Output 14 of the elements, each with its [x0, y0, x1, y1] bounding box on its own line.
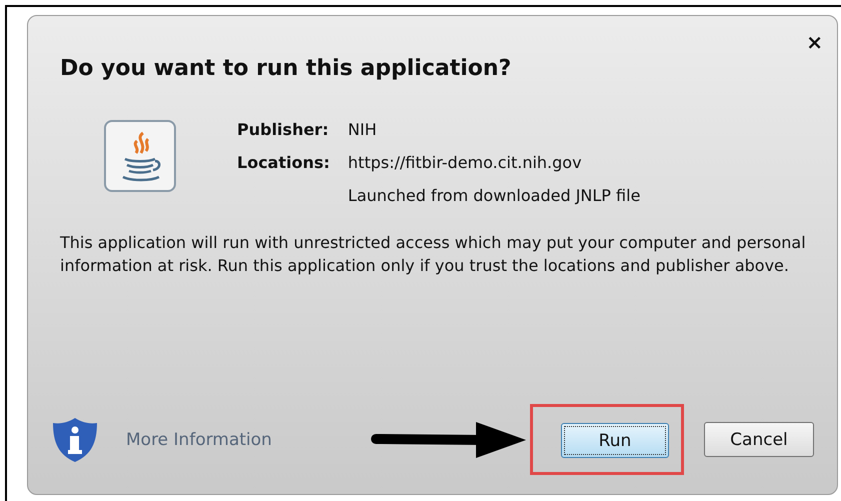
arrow-icon — [370, 420, 528, 460]
dialog-title: Do you want to run this application? — [60, 56, 512, 81]
dialog-button[interactable]: Cancel — [704, 422, 814, 457]
warning-message: This application will run with unrestricted access which may put your computer and personal information at risk. Run this application only if you trust the locations and publisher above. — [60, 232, 807, 277]
field-label: Publisher: — [237, 120, 330, 139]
more-information-link[interactable]: More Information — [126, 430, 272, 450]
field-value: Launched from downloaded JNLP file — [348, 186, 640, 205]
field-value: https://fitbir-demo.cit.nih.gov — [348, 153, 583, 172]
field-value: NIH — [348, 120, 378, 139]
info-shield-icon — [50, 416, 100, 464]
coffee-cup-icon — [103, 119, 179, 195]
field-label: Locations: — [237, 153, 330, 174]
close-button[interactable]: × — [806, 30, 823, 54]
dialog-button[interactable]: Run — [560, 423, 669, 458]
